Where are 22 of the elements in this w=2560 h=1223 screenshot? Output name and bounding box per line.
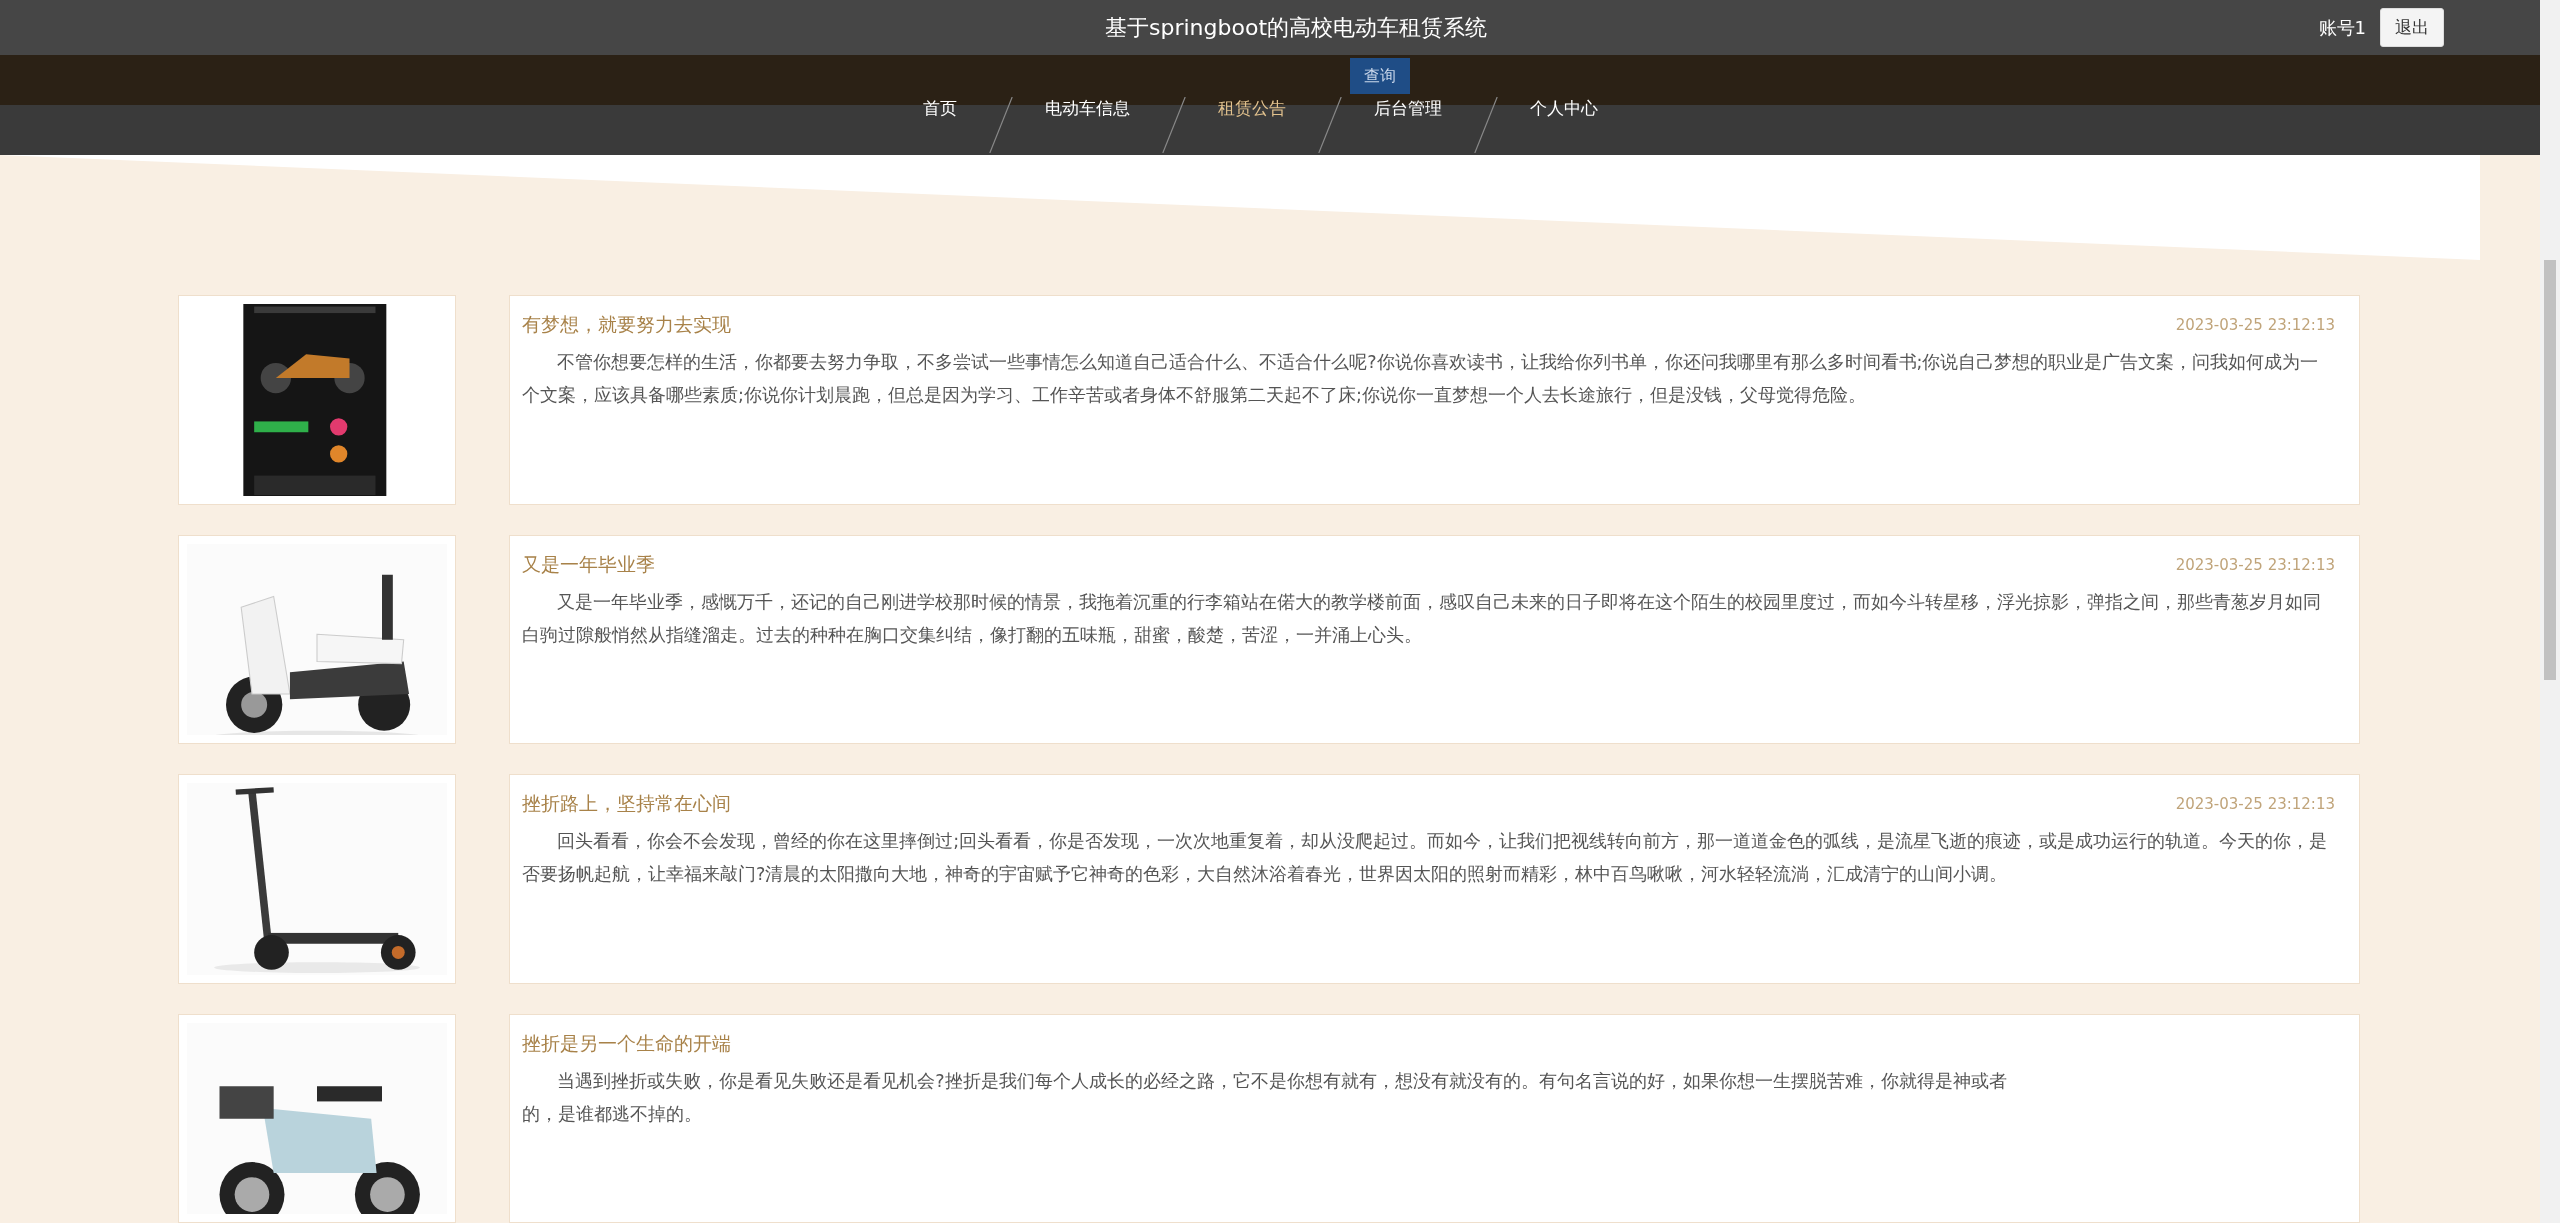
nav-tab[interactable]: 个人中心 xyxy=(1515,97,1612,120)
nav-tab[interactable]: 电动车信息 xyxy=(1030,97,1144,120)
notice-text: 又是一年毕业季，感慨万千，还记的自己刚进学校那时候的情景，我拖着沉重的行李箱站在偌大的教学楼前面，感叹自己未来的日子即将在这个陌生的校园里度过，而如今斗转星移，浮光掠影，弹指之间，那些青葱岁月如同白驹过隙般悄然从指缝溜走。过去的种种在胸口交集纠结，像打翻的五味瓶，甜蜜，酸楚，苦涩，一并涌上心头。 xyxy=(522,590,2323,647)
notice-date: 2023-03-25 23:12:13 xyxy=(2175,555,2335,574)
notice-title[interactable]: 挫折路上，坚持常在心间 xyxy=(522,791,731,817)
nav-tab[interactable]: 后台管理 xyxy=(1359,97,1456,120)
search-button[interactable]: 查询 xyxy=(1350,58,1410,94)
username: 账号1 xyxy=(2318,15,2366,40)
logout-button[interactable]: 退出 xyxy=(2380,8,2444,47)
notice-text: 当遇到挫折或失败，你是看见失败还是看见机会?挫折是我们每个人成长的必经之路，它不是你想有就有，想没有就没有的。有句名言说的好，如果你想一生摆脱苦难，你就得是神或者 xyxy=(556,1069,2008,1093)
notice-date: 2023-03-25 23:12:13 xyxy=(2175,316,2335,334)
nav-tab[interactable]: 首页 xyxy=(908,97,971,120)
notice-date: 2023-03-25 23:12:13 xyxy=(2175,795,2335,813)
nav-tab[interactable]: 租赁公告 xyxy=(1203,97,1300,120)
notice-title[interactable]: 又是一年毕业季 xyxy=(522,551,655,578)
notice-text: 的，是谁都逃不掉的。 xyxy=(522,1102,703,1126)
notice-text: 回头看看，你会不会发现，曾经的你在这里摔倒过;回头看看，你是否发现，一次次地重复着，却从没爬起过。而如今，让我们把视线转向前方，那一道道金色的弧线，是流星飞逝的痕迹，或是成功运行的轨道。今天的你，是否要扬帆起航，让幸福来敲门?清晨的太阳撒向大地，神奇的宇宙赋予它神奇的色彩，大自然沐浴着春光，世界因太阳的照射而精彩，林中百鸟啾啾，河水轻轻流淌，汇成清宁的山间小调。 xyxy=(522,830,2329,886)
scrollbar[interactable] xyxy=(2540,0,2560,1223)
site-title: 基于springboot的高校电动车租赁系统 xyxy=(1105,14,1487,42)
notice-title[interactable]: 有梦想，就要努力去实现 xyxy=(522,312,731,338)
notice-title[interactable]: 挫折是另一个生命的开端 xyxy=(522,1030,731,1057)
notice-text: 不管你想要怎样的生活，你都要去努力争取，不多尝试一些事情怎么知道自己适合什么、不适合什么呢?你说你喜欢读书，让我给你列书单，你还问我哪里有那么多时间看书;你说自己梦想的职业是广告文案，问我如何成为一个文案，应该具备哪些素质;你说你计划晨跑，但总是因为学习、工作辛苦或者身体不舒服第二天起不了床;你说你一直梦想一个人去长途旅行，但是没钱，父母觉得危险。 xyxy=(522,351,2320,407)
